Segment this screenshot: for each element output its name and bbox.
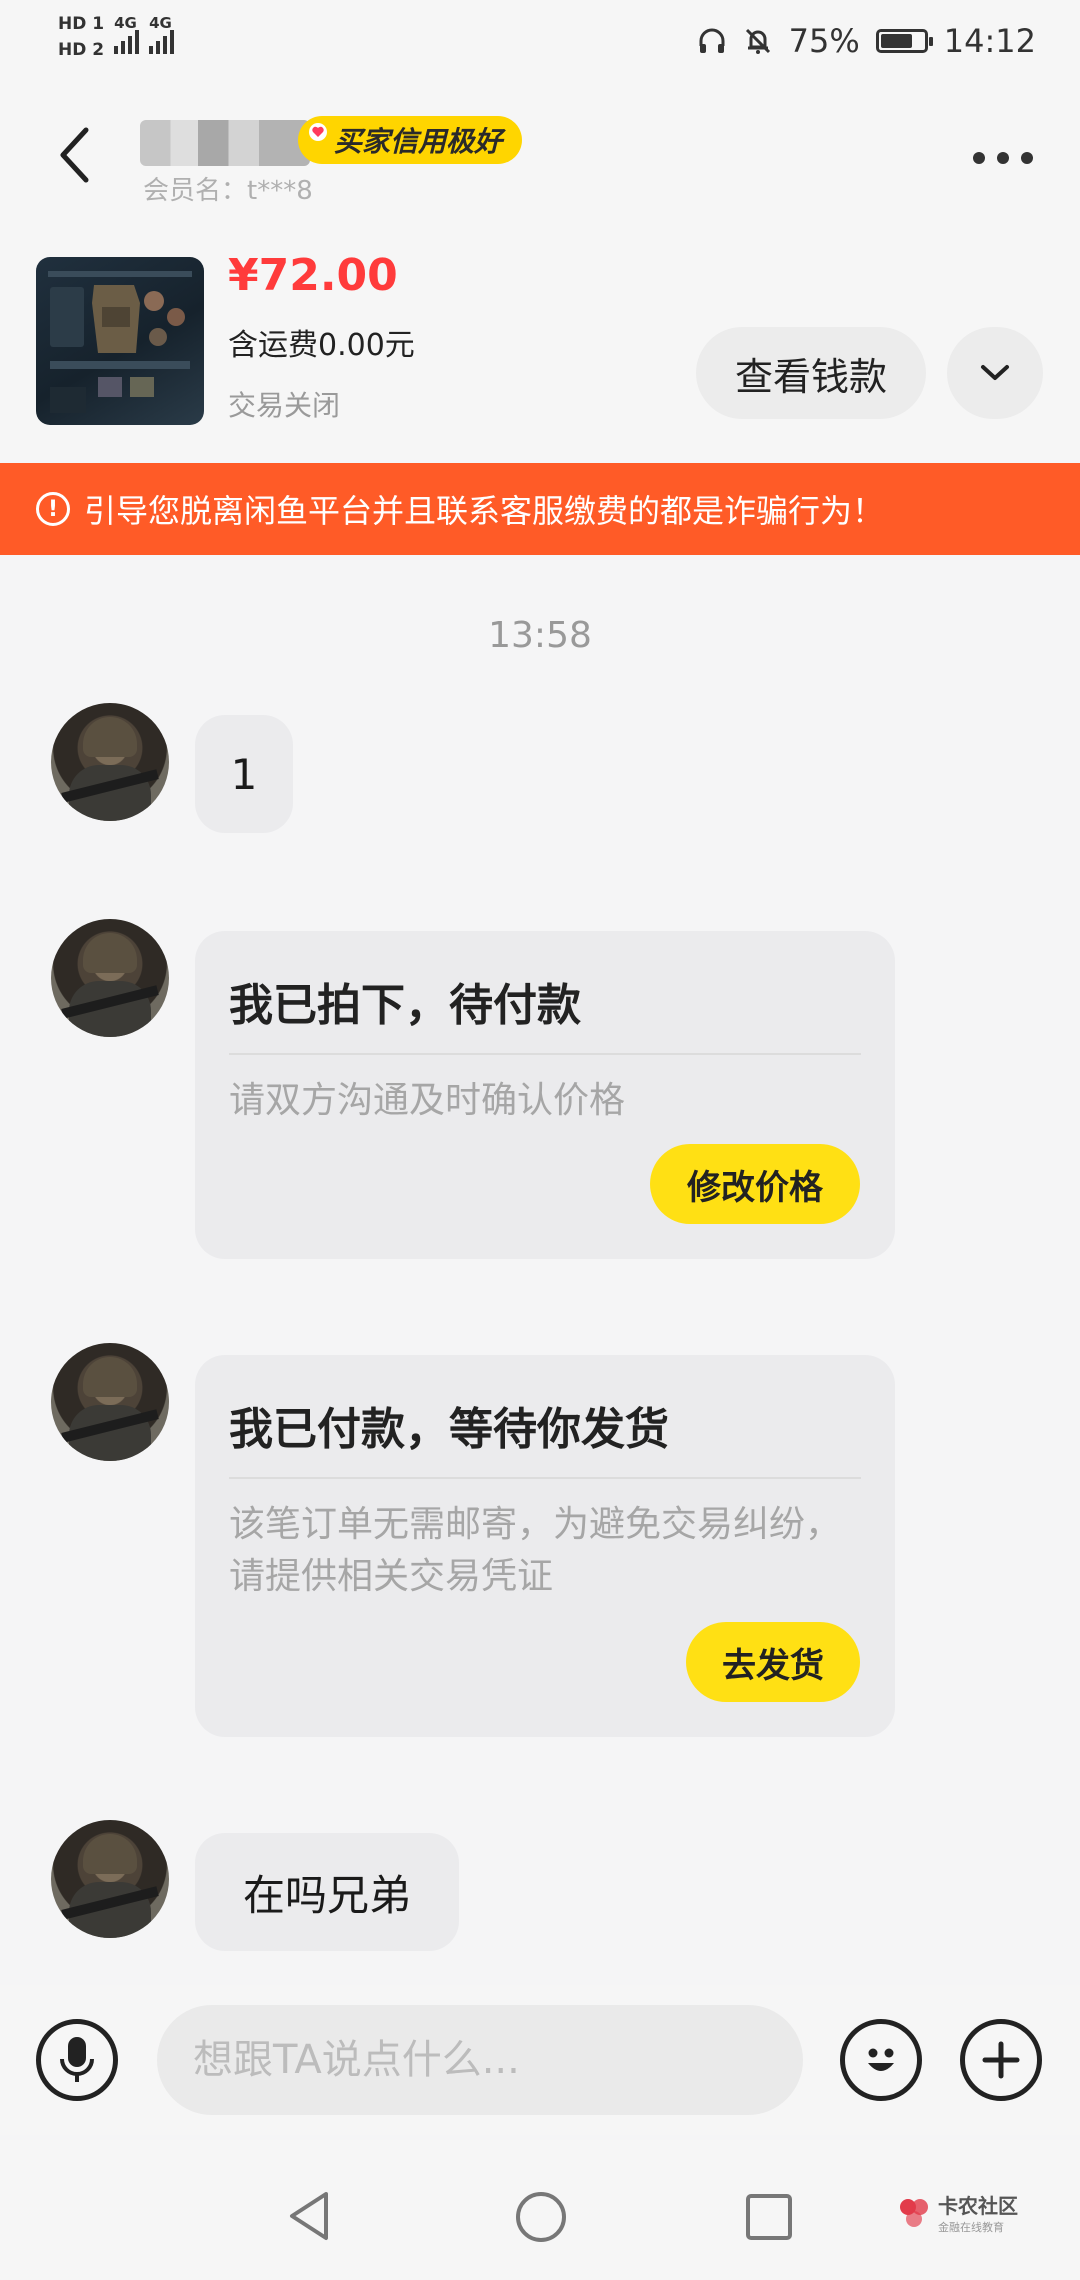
avatar[interactable] <box>51 919 169 1037</box>
watermark-subtitle: 金融在线教育 <box>938 2221 1004 2234</box>
headphones-icon <box>699 28 725 53</box>
battery-icon <box>875 29 933 53</box>
product-price: ¥72.00 <box>228 250 398 301</box>
ship-button[interactable]: 去发货 <box>686 1622 860 1702</box>
battery-percent: 75% <box>788 22 860 60</box>
avatar[interactable] <box>51 1343 169 1461</box>
product-thumbnail[interactable] <box>36 257 204 425</box>
emoji-button[interactable] <box>840 2019 922 2101</box>
watermark-title: 卡农社区 <box>938 2194 1018 2218</box>
avatar[interactable] <box>51 1820 169 1938</box>
modify-price-button[interactable]: 修改价格 <box>650 1144 860 1224</box>
signal-indicators: HD 1 HD 2 4G 4G <box>58 14 175 60</box>
message-bubble[interactable]: 在吗兄弟 <box>195 1833 459 1951</box>
message-bubble[interactable]: 1 <box>195 715 293 833</box>
watermark-logo-icon <box>900 2198 928 2227</box>
message-text: 1 <box>230 749 258 799</box>
nav-back-icon[interactable] <box>284 2188 334 2244</box>
order-card-paid[interactable]: 我已付款，等待你发货 该笔订单无需邮寄，为避免交易纠纷，请提供相关交易凭证 去发… <box>195 1355 895 1737</box>
clock: 14:12 <box>943 22 1036 60</box>
microphone-icon <box>60 2037 94 2082</box>
signal-bars-2-icon <box>149 28 175 54</box>
view-money-button[interactable]: 查看钱款 <box>696 327 926 419</box>
message-input[interactable] <box>157 2005 803 2115</box>
add-button[interactable] <box>960 2019 1042 2101</box>
back-button[interactable] <box>44 120 104 190</box>
card-description: 该笔订单无需邮寄，为避免交易纠纷，请提供相关交易凭证 <box>229 1504 842 1597</box>
dot-icon <box>973 152 985 164</box>
shipping-fee: 含运费0.00元 <box>228 328 415 363</box>
expand-button[interactable] <box>947 327 1043 419</box>
product-image <box>48 271 192 413</box>
card-title: 我已付款，等待你发货 <box>229 1393 861 1479</box>
user-name-blurred[interactable] <box>140 120 310 166</box>
hd-label-1: HD 1 <box>58 14 105 34</box>
credit-badge: 买家信用极好 <box>298 116 523 164</box>
heart-icon <box>309 123 327 141</box>
card-description: 请双方沟通及时确认价格 <box>229 1080 626 1121</box>
bell-off-icon <box>745 28 770 54</box>
credit-badge-label: 买家信用极好 <box>334 125 503 158</box>
dot-icon <box>997 152 1009 164</box>
battery-fill <box>880 34 913 48</box>
avatar-helmet <box>83 1357 137 1397</box>
warning-text: 引导您脱离闲鱼平台并且联系客服缴费的都是诈骗行为！ <box>84 492 885 530</box>
message-timestamp: 13:58 <box>488 615 592 656</box>
dot-icon <box>1021 152 1033 164</box>
avatar-helmet <box>83 1834 137 1874</box>
watermark: 卡农社区 金融在线教育 <box>896 2190 1018 2235</box>
order-card-unpaid[interactable]: 我已拍下，待付款 请双方沟通及时确认价格 修改价格 <box>195 931 895 1259</box>
avatar-helmet <box>83 933 137 973</box>
more-options-button[interactable] <box>968 138 1038 178</box>
fraud-warning-banner: ! 引导您脱离闲鱼平台并且联系客服缴费的都是诈骗行为！ <box>0 463 1080 555</box>
chevron-left-icon <box>60 127 89 183</box>
avatar[interactable] <box>51 703 169 821</box>
emoji-icon <box>868 2048 894 2071</box>
warning-icon: ! <box>36 492 70 526</box>
nav-home-icon[interactable] <box>514 2190 568 2244</box>
member-name: 会员名：t***8 <box>143 176 313 206</box>
hd-label-2: HD 2 <box>58 40 105 60</box>
chevron-down-icon <box>981 365 1009 380</box>
voice-button[interactable] <box>36 2019 118 2101</box>
trade-status: 交易关闭 <box>228 389 341 422</box>
status-right: 75% 14:12 <box>697 22 1036 60</box>
plus-icon <box>982 2041 1020 2079</box>
card-title: 我已拍下，待付款 <box>229 969 861 1055</box>
nav-recents-icon[interactable] <box>744 2192 794 2242</box>
message-text: 在吗兄弟 <box>242 1870 411 1920</box>
avatar-helmet <box>83 717 137 757</box>
signal-bars-1-icon <box>114 28 140 54</box>
